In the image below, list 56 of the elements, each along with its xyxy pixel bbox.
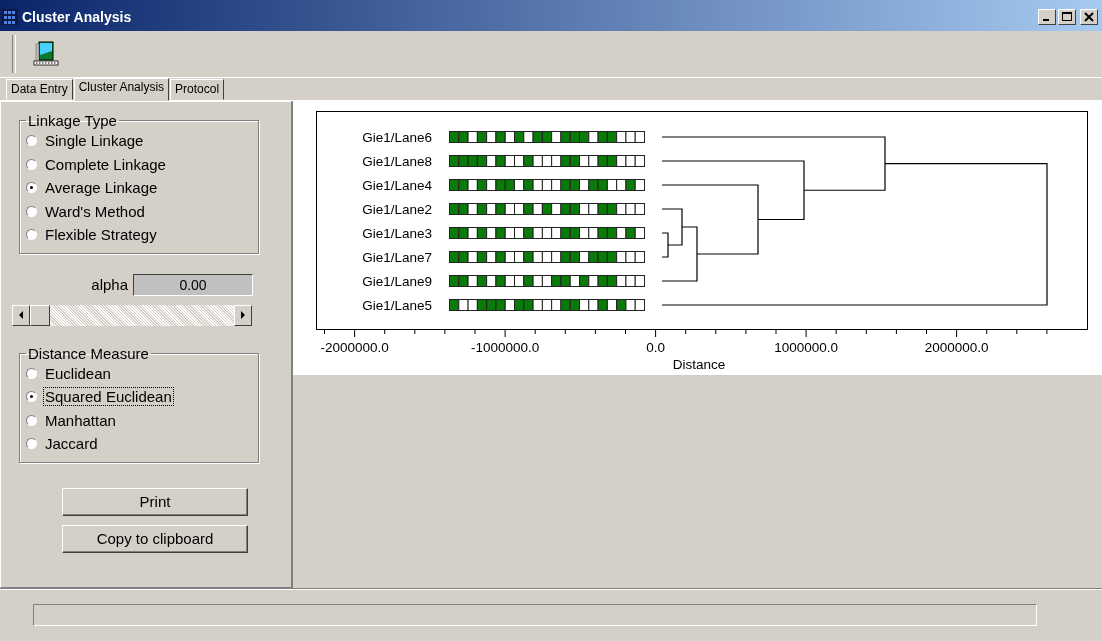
radio-button[interactable]: [26, 158, 37, 170]
tab[interactable]: Cluster Analysis: [73, 78, 170, 101]
tick-label: 0.0: [646, 340, 665, 355]
slider-thumb[interactable]: [30, 304, 50, 326]
alpha-label: alpha: [91, 276, 128, 293]
radio-label[interactable]: Complete Linkage: [43, 154, 168, 174]
lane-label: Gie1/Lane9: [362, 273, 432, 289]
group-title: Distance Measure: [27, 344, 150, 362]
radio-button[interactable]: [26, 229, 37, 241]
tick-label: -1000000.0: [470, 340, 540, 355]
radio-label[interactable]: Jaccard: [43, 434, 100, 454]
push-button[interactable]: Copy to clipboard: [62, 524, 248, 553]
left-arrow-button[interactable]: [12, 304, 30, 326]
radio-label[interactable]: Ward's Method: [43, 201, 147, 221]
alpha-slider[interactable]: [11, 303, 253, 327]
tick-label: -2000000.0: [320, 340, 389, 355]
lane-label: Gie1/Lane3: [362, 225, 432, 241]
tab[interactable]: Protocol: [170, 79, 225, 100]
radio-label[interactable]: Flexible Strategy: [43, 225, 159, 245]
lane-label: Gie1/Lane5: [362, 297, 432, 313]
minimize-button[interactable]: [1038, 8, 1056, 25]
tick-label: 1000000.0: [774, 340, 838, 355]
push-button[interactable]: Print: [62, 487, 248, 516]
lane-label: Gie1/Lane4: [362, 177, 432, 193]
right-arrow-button[interactable]: [234, 304, 252, 326]
minimize-icon: [1043, 18, 1049, 21]
radio-button[interactable]: [26, 205, 37, 217]
radio-label[interactable]: Squared Euclidean: [43, 387, 174, 407]
radio-label[interactable]: Average Linkage: [43, 178, 160, 198]
maximize-icon: [1062, 11, 1072, 22]
radio-button[interactable]: [26, 391, 37, 403]
triangle-right-icon: [240, 311, 246, 319]
radio-button[interactable]: [26, 414, 37, 426]
window-title: Cluster Analysis: [22, 8, 133, 25]
radio-label[interactable]: Single Linkage: [43, 131, 146, 151]
tick-label: 2000000.0: [924, 340, 989, 355]
axis-title: Distance: [672, 357, 726, 372]
maximize-button[interactable]: [1058, 8, 1076, 25]
lane-label: Gie1/Lane2: [362, 201, 432, 217]
alpha-field[interactable]: 0.00: [133, 273, 253, 296]
radio-label[interactable]: Manhattan: [43, 410, 118, 430]
triangle-left-icon: [18, 311, 24, 319]
radio-label[interactable]: Euclidean: [43, 363, 113, 383]
close-icon: [1084, 11, 1094, 22]
picture-frame-icon[interactable]: [32, 40, 60, 68]
lane-label: Gie1/Lane6: [362, 129, 432, 145]
grid-icon: [2, 8, 18, 25]
lane-label: Gie1/Lane7: [362, 249, 432, 265]
close-button[interactable]: [1080, 8, 1098, 25]
radio-button[interactable]: [26, 182, 37, 194]
lane-label: Gie1/Lane8: [362, 153, 432, 169]
radio-button[interactable]: [26, 438, 37, 450]
radio-button[interactable]: [26, 367, 37, 379]
radio-button[interactable]: [26, 135, 37, 147]
group-title: Linkage Type: [27, 112, 118, 129]
tab[interactable]: Data Entry: [6, 79, 73, 100]
